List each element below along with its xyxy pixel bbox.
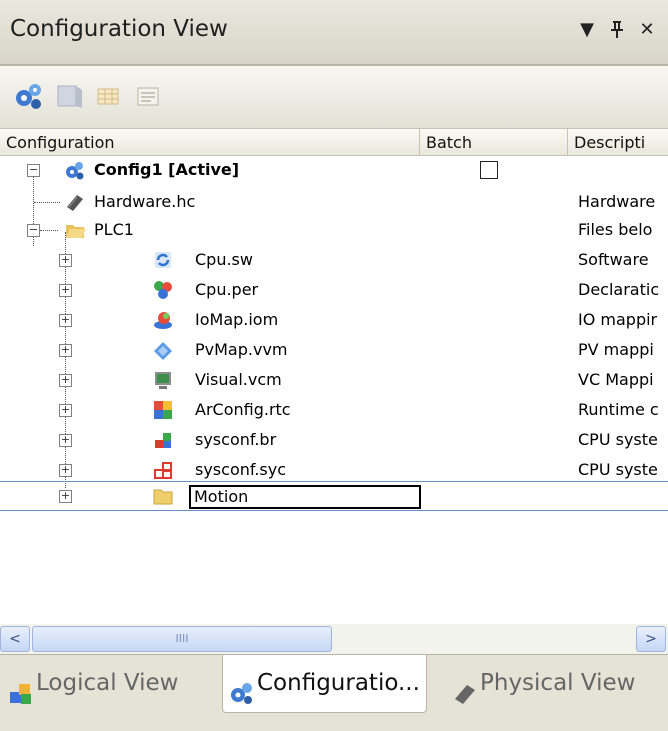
tree-item-plc1[interactable]: − PLC1 Files belo	[0, 218, 668, 242]
collapse-expander[interactable]: −	[27, 224, 40, 237]
expand-expander[interactable]: +	[59, 404, 72, 417]
close-icon[interactable]: ✕	[634, 14, 660, 46]
sysconf-syc-icon	[152, 459, 174, 481]
tree-item-label: sysconf.br	[195, 430, 277, 449]
column-description[interactable]: Descripti	[568, 129, 668, 156]
toolbar	[0, 66, 668, 128]
sysconf-br-icon	[152, 429, 174, 451]
scroll-thumb[interactable]: IIII	[32, 626, 332, 652]
rename-input[interactable]: Motion	[189, 485, 421, 509]
batch-checkbox[interactable]	[480, 161, 498, 179]
pin-icon[interactable]	[604, 14, 630, 46]
expand-expander[interactable]: +	[59, 434, 72, 447]
tree-item-description: Hardware	[578, 192, 656, 211]
expand-expander[interactable]: +	[59, 464, 72, 477]
expand-expander[interactable]: +	[59, 314, 72, 327]
table-icon[interactable]	[92, 80, 126, 112]
tree-item-sysconf-br[interactable]: + sysconf.br CPU syste	[0, 428, 668, 452]
expand-expander[interactable]: +	[59, 284, 72, 297]
horizontal-scrollbar[interactable]: < IIII >	[0, 624, 668, 654]
folder-open-icon	[64, 219, 86, 241]
expand-expander[interactable]: +	[59, 490, 72, 503]
column-configuration[interactable]: Configuration	[0, 129, 420, 156]
tree-item-description: Runtime c	[578, 400, 659, 419]
view-tabs: Logical View Configuratio... Physical Vi…	[0, 654, 668, 731]
expand-expander[interactable]: +	[59, 344, 72, 357]
tree-item-hardware[interactable]: Hardware.hc Hardware	[0, 190, 668, 214]
expand-expander[interactable]: +	[59, 254, 72, 267]
tree-item-label: ArConfig.rtc	[195, 400, 291, 419]
expand-expander[interactable]: +	[59, 374, 72, 387]
pv-map-icon	[152, 339, 174, 361]
tree-item-label: PvMap.vvm	[195, 340, 288, 359]
tree-item-motion[interactable]: + Motion	[0, 481, 668, 511]
hardware-icon	[64, 191, 86, 213]
tree-item-pvmap[interactable]: + PvMap.vvm PV mappi	[0, 338, 668, 362]
collapse-expander[interactable]: −	[27, 164, 40, 177]
tree-item-cpu-sw[interactable]: + Cpu.sw Software	[0, 248, 668, 272]
tree-item-visual[interactable]: + Visual.vcm VC Mappi	[0, 368, 668, 392]
tree-item-description: PV mappi	[578, 340, 654, 359]
tree-item-label: Cpu.sw	[195, 250, 253, 269]
panel-title: Configuration View	[10, 16, 228, 42]
configuration-view-panel: Configuration View ▼ ✕ Configuration Bat…	[0, 0, 668, 731]
properties-icon[interactable]	[132, 80, 166, 112]
tree-item-label: Visual.vcm	[195, 370, 282, 389]
tree-item-arconfig[interactable]: + ArConfig.rtc Runtime c	[0, 398, 668, 422]
tree-item-description: VC Mappi	[578, 370, 654, 389]
tree-item-iomap[interactable]: + IoMap.iom IO mappir	[0, 308, 668, 332]
logical-view-icon	[8, 671, 34, 704]
software-icon	[152, 249, 174, 271]
dropdown-icon[interactable]: ▼	[574, 14, 600, 46]
tree-item-sysconf-syc[interactable]: + sysconf.syc CPU syste	[0, 458, 668, 482]
tab-physical-view[interactable]: Physical View	[452, 655, 635, 711]
tab-logical-view[interactable]: Logical View	[8, 655, 179, 711]
physical-view-icon	[452, 671, 478, 704]
tree-item-label: PLC1	[94, 220, 134, 239]
tree-item-description: Files belo	[578, 220, 653, 239]
tree-item-description: IO mappir	[578, 310, 658, 329]
io-map-icon	[152, 309, 174, 331]
tab-configuration-view[interactable]: Configuratio...	[222, 655, 427, 713]
column-header: Configuration Batch Descripti	[0, 128, 668, 156]
cube-icon[interactable]	[52, 80, 86, 112]
scroll-left-button[interactable]: <	[0, 626, 30, 652]
configuration-icon	[229, 671, 255, 704]
tree-item-label: IoMap.iom	[195, 310, 279, 329]
permanent-vars-icon	[152, 279, 174, 301]
tab-label: Physical View	[480, 670, 636, 696]
folder-icon	[152, 485, 174, 507]
panel-title-bar: Configuration View ▼ ✕	[0, 0, 668, 66]
scroll-right-button[interactable]: >	[636, 626, 666, 652]
tree-item-description: Software	[578, 250, 649, 269]
tree-root-label: Config1 [Active]	[94, 160, 240, 179]
tree-item-description: CPU syste	[578, 430, 658, 449]
tree-item-label: Hardware.hc	[94, 192, 196, 211]
visual-icon	[152, 369, 174, 391]
configuration-icon[interactable]	[12, 80, 46, 112]
tree-item-description: CPU syste	[578, 460, 658, 479]
tree-item-description: Declaratic	[578, 280, 660, 299]
tab-label: Logical View	[36, 670, 179, 696]
tree-root-config1[interactable]: − Config1 [Active]	[0, 158, 668, 182]
configuration-icon	[64, 159, 86, 181]
tree-item-label: Cpu.per	[195, 280, 259, 299]
tab-label: Configuratio...	[257, 670, 420, 696]
tree-item-cpu-per[interactable]: + Cpu.per Declaratic	[0, 278, 668, 302]
column-batch[interactable]: Batch	[420, 129, 568, 156]
runtime-config-icon	[152, 399, 174, 421]
tree-item-label: sysconf.syc	[195, 460, 287, 479]
